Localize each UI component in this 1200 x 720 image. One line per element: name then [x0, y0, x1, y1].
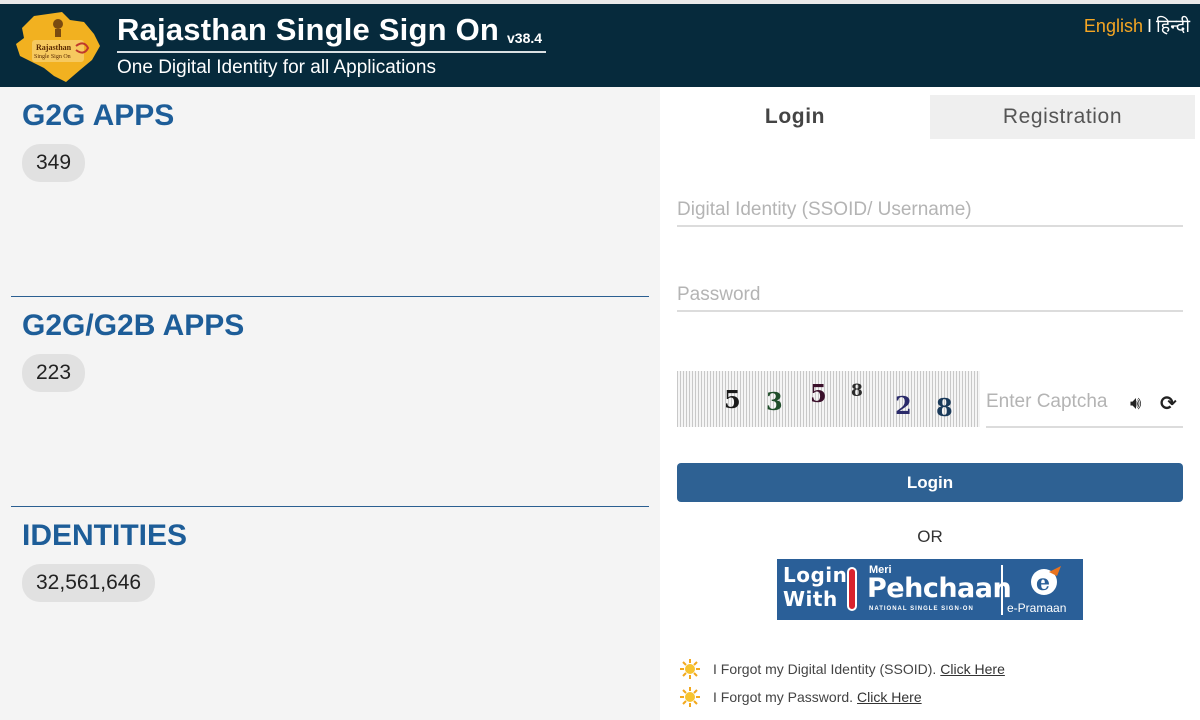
tab-login[interactable]: Login [660, 95, 930, 139]
forgot-password-row: I Forgot my Password. Click Here [677, 687, 922, 707]
forgot-ssoid-row: I Forgot my Digital Identity (SSOID). Cl… [677, 659, 1005, 679]
password-input[interactable] [677, 280, 1183, 312]
stat-title: G2G/G2B APPS [22, 309, 245, 342]
pehchaan-name: Pehchaan [867, 573, 1012, 604]
speaker-icon[interactable]: 🔊︎ [1130, 393, 1141, 414]
svg-text:e: e [1036, 570, 1050, 596]
or-separator: OR [917, 527, 943, 546]
captcha-digit: 5 [724, 385, 741, 414]
epramaan-logo-icon: e [1031, 566, 1061, 596]
captcha-digit: 2 [895, 391, 912, 420]
sun-icon [680, 687, 700, 707]
pehchaan-emblem-icon [847, 567, 857, 611]
stats-panel: G2G APPS 349 G2G/G2B APPS 223 IDENTITIES… [0, 87, 660, 720]
pehchaan-with-text: With [783, 587, 838, 611]
logo-text-line1: Rajasthan [36, 43, 72, 52]
logo-text-line2: Single Sign On [34, 54, 71, 60]
language-switcher: English I हिन्दी [1084, 14, 1190, 38]
pehchaan-login-with: Login With [783, 563, 847, 611]
captcha-input-underline [986, 426, 1183, 428]
captcha-input[interactable] [986, 391, 1136, 413]
brand-title: Rajasthan Single Sign On [117, 12, 500, 47]
stat-count-badge: 32,561,646 [22, 564, 156, 602]
captcha-digit: 8 [851, 381, 863, 401]
pehchaan-tagline: NATIONAL SINGLE SIGN-ON [869, 606, 974, 612]
login-with-meri-pehchaan-button[interactable]: Login With Meri Pehchaan NATIONAL SINGLE… [777, 559, 1083, 620]
stat-g2g-g2b-apps: G2G/G2B APPS 223 [0, 297, 660, 507]
stat-count-badge: 349 [22, 144, 86, 182]
stat-g2g-apps: G2G APPS 349 [0, 87, 660, 297]
captcha-digit: 3 [766, 387, 783, 416]
forgot-ssoid-link[interactable]: Click Here [940, 661, 1005, 677]
sun-icon [680, 659, 700, 679]
forgot-password-link[interactable]: Click Here [857, 689, 922, 705]
brand-subtitle: One Digital Identity for all Application… [117, 57, 436, 78]
brand-version: v38.4 [507, 30, 543, 46]
forgot-ssoid-text: I Forgot my Digital Identity (SSOID). [713, 661, 937, 677]
captcha-image: 5 3 5 8 2 8 [677, 371, 980, 427]
forgot-password-text: I Forgot my Password. [713, 689, 854, 705]
pehchaan-divider [1001, 565, 1003, 615]
ssoid-username-input[interactable] [677, 195, 1183, 227]
brand-underline [117, 51, 546, 53]
captcha-digit: 5 [810, 379, 827, 408]
stat-identities: IDENTITIES 32,561,646 [0, 507, 660, 717]
lang-separator: I [1146, 16, 1152, 36]
captcha-digit: 8 [936, 393, 953, 422]
login-panel: Login Registration 5 3 5 8 2 8 🔊︎ ⟳ Logi… [660, 87, 1200, 720]
rajasthan-sso-logo: Rajasthan Single Sign On [16, 12, 100, 82]
site-header: Rajasthan Single Sign On Rajasthan Singl… [0, 4, 1200, 87]
lang-hindi-link[interactable]: हिन्दी [1156, 16, 1190, 37]
epramaan-label: e-Pramaan [1007, 601, 1067, 615]
tab-registration[interactable]: Registration [930, 95, 1195, 139]
login-button[interactable]: Login [677, 463, 1183, 502]
refresh-icon[interactable]: ⟳ [1160, 391, 1177, 416]
lang-english-link[interactable]: English [1084, 16, 1143, 36]
stat-count-badge: 223 [22, 354, 86, 392]
stat-title: G2G APPS [22, 99, 175, 132]
pehchaan-login-text: Login [783, 563, 848, 587]
stat-title: IDENTITIES [22, 519, 188, 552]
